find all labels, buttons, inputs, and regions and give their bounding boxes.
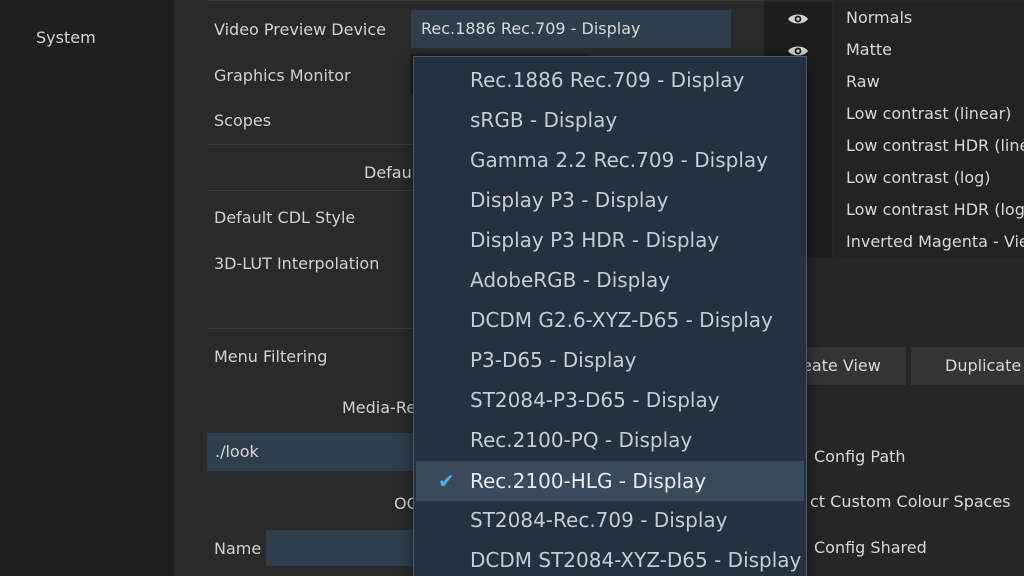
view-name: Normals: [834, 2, 1024, 34]
dropdown-option[interactable]: Rec.1886 Rec.709 - Display: [414, 60, 806, 100]
duplicate-button[interactable]: Duplicate: [911, 347, 1024, 385]
dropdown-option-label: ST2084-Rec.709 - Display: [470, 508, 728, 532]
video-preview-device-label: Video Preview Device: [214, 20, 386, 39]
dropdown-option-label: Display P3 - Display: [470, 188, 669, 212]
dropdown-option-label: ST2084-P3-D65 - Display: [470, 388, 720, 412]
dropdown-option-label: P3-D65 - Display: [470, 348, 637, 372]
dropdown-option-label: Display P3 HDR - Display: [470, 228, 720, 252]
defaults-section-header: Defaul: [364, 163, 417, 182]
separator: [208, 0, 764, 1]
dropdown-option-label: Rec.1886 Rec.709 - Display: [470, 68, 745, 92]
look-path-input[interactable]: ./look: [207, 433, 422, 471]
dropdown-option[interactable]: ✔ Rec.2100-HLG - Display: [416, 461, 804, 501]
dropdown-option[interactable]: Display P3 - Display: [414, 180, 806, 220]
dropdown-option[interactable]: ST2084-P3-D65 - Display: [414, 380, 806, 420]
dropdown-option-label: AdobeRGB - Display: [470, 268, 671, 292]
dropdown-option[interactable]: sRGB - Display: [414, 100, 806, 140]
dropdown-option[interactable]: DCDM ST2084-XYZ-D65 - Display: [414, 540, 806, 576]
dropdown-option[interactable]: P3-D65 - Display: [414, 340, 806, 380]
dropdown-option-label: DCDM G2.6-XYZ-D65 - Display: [470, 308, 773, 332]
eye-icon[interactable]: [764, 2, 832, 34]
display-dropdown-menu[interactable]: Rec.1886 Rec.709 - Display sRGB - Display…: [413, 56, 807, 576]
config-shared-label[interactable]: Config Shared: [814, 538, 927, 557]
media-section-header: Media-Re: [342, 398, 417, 417]
dropdown-option[interactable]: DCDM G2.6-XYZ-D65 - Display: [414, 300, 806, 340]
custom-colour-spaces-label[interactable]: ct Custom Colour Spaces: [810, 492, 1011, 511]
dropdown-option-label: sRGB - Display: [470, 108, 618, 132]
dropdown-option-label: Rec.2100-HLG - Display: [470, 469, 707, 493]
dropdown-option[interactable]: Gamma 2.2 Rec.709 - Display: [414, 140, 806, 180]
dropdown-option-label: DCDM ST2084-XYZ-D65 - Display: [470, 548, 802, 572]
view-name: Matte: [834, 34, 1024, 66]
dropdown-option-label: Gamma 2.2 Rec.709 - Display: [470, 148, 768, 172]
view-name: Raw: [834, 66, 1024, 98]
default-cdl-style-label: Default CDL Style: [214, 208, 356, 227]
menu-filtering-label: Menu Filtering: [214, 347, 328, 366]
view-name: Inverted Magenta - View: [834, 226, 1024, 258]
name-label: Name: [214, 539, 262, 558]
view-name: Low contrast (log): [834, 162, 1024, 194]
video-preview-device-select[interactable]: Rec.1886 Rec.709 - Display: [411, 10, 731, 48]
scopes-label: Scopes: [214, 111, 272, 130]
dropdown-option-label: Rec.2100-PQ - Display: [470, 428, 693, 452]
view-row[interactable]: Normals: [764, 2, 1024, 34]
view-name: Low contrast HDR (linear): [834, 130, 1024, 162]
name-input[interactable]: [266, 530, 416, 566]
nav-item-system[interactable]: System: [36, 28, 96, 47]
dropdown-option[interactable]: Rec.2100-PQ - Display: [414, 420, 806, 460]
view-name: Low contrast HDR (log): [834, 194, 1024, 226]
left-nav: System: [0, 0, 174, 576]
3d-lut-interpolation-label: 3D-LUT Interpolation: [214, 254, 380, 273]
checkmark-icon: ✔: [438, 469, 455, 493]
dropdown-option[interactable]: AdobeRGB - Display: [414, 260, 806, 300]
view-name: Low contrast (linear): [834, 98, 1024, 130]
config-path-label[interactable]: Config Path: [814, 447, 906, 466]
dropdown-option[interactable]: ST2084-Rec.709 - Display: [414, 500, 806, 540]
graphics-monitor-label: Graphics Monitor: [214, 66, 351, 85]
dropdown-option[interactable]: Display P3 HDR - Display: [414, 220, 806, 260]
